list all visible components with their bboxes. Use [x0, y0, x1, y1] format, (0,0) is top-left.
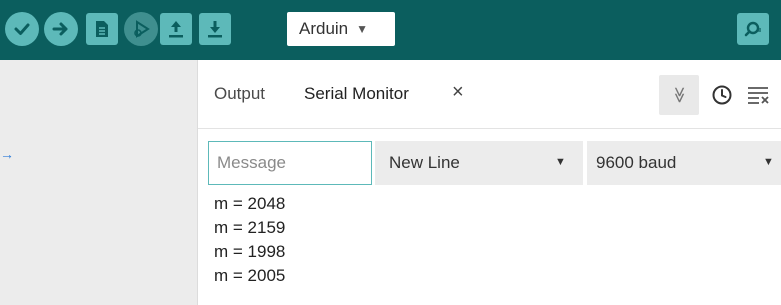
line-ending-value: New Line: [389, 153, 460, 172]
double-chevron-down-icon: ≫: [670, 86, 687, 104]
save-button[interactable]: [199, 13, 231, 45]
message-input[interactable]: [208, 141, 372, 185]
new-sketch-icon: [96, 21, 108, 37]
verify-icon: [14, 23, 30, 35]
arrow-right-icon: →: [0, 146, 14, 162]
serial-monitor-search-icon: [744, 21, 761, 37]
line-ending-select[interactable]: New Line ▼: [375, 141, 583, 185]
close-icon[interactable]: ×: [452, 81, 464, 104]
tab-serial-monitor[interactable]: Serial Monitor: [304, 84, 409, 104]
chevron-down-icon: ▼: [356, 22, 369, 36]
debug-icon: [134, 20, 150, 38]
new-sketch-button[interactable]: [86, 13, 118, 45]
baud-rate-select[interactable]: 9600 baud ▼: [587, 141, 781, 185]
panel-tabs: Output Serial Monitor × ≫: [198, 60, 781, 129]
board-select-label: Arduin: [299, 19, 349, 38]
toolbar: Arduin ▼: [0, 0, 781, 60]
debug-button[interactable]: [124, 12, 158, 46]
open-icon: [169, 21, 183, 38]
serial-output: m = 2048 m = 2159 m = 1998 m = 2005: [214, 192, 774, 288]
tab-output[interactable]: Output: [214, 84, 265, 104]
baud-rate-value: 9600 baud: [596, 153, 677, 172]
editor-area: [0, 60, 197, 305]
save-icon: [208, 21, 222, 38]
clock-icon[interactable]: [711, 84, 733, 106]
serial-output-line: m = 2005: [214, 266, 286, 285]
upload-icon: [52, 22, 68, 36]
chevron-down-icon: ▼: [555, 156, 566, 168]
chevron-down-icon: ▼: [763, 156, 774, 168]
board-select[interactable]: Arduin ▼: [287, 12, 395, 46]
verify-button[interactable]: [5, 12, 39, 46]
bottom-panel: Output Serial Monitor × ≫ New Line ▼ 960…: [197, 60, 781, 305]
clear-output-icon[interactable]: [746, 85, 770, 105]
serial-monitor-button[interactable]: [737, 13, 769, 45]
serial-output-line: m = 1998: [214, 242, 286, 261]
open-button[interactable]: [160, 13, 192, 45]
autoscroll-button[interactable]: ≫: [659, 75, 699, 115]
serial-output-line: m = 2159: [214, 218, 286, 237]
serial-output-line: m = 2048: [214, 194, 286, 213]
upload-button[interactable]: [44, 12, 78, 46]
